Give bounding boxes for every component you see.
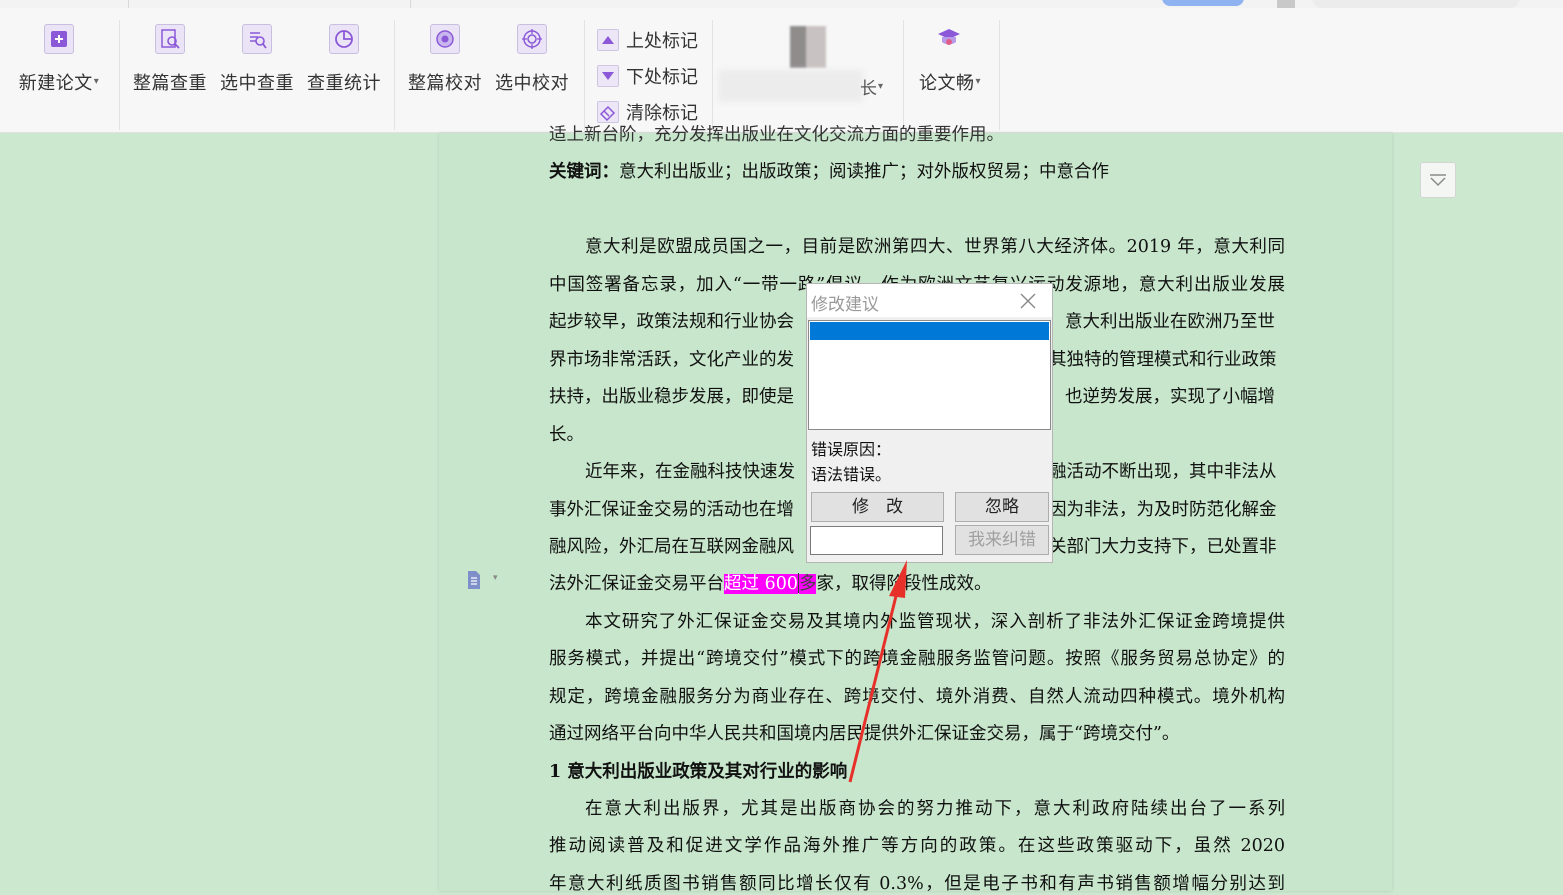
- error-line: 法外汇保证金交易平台超过 600多家，取得阶段性成效。: [549, 570, 1285, 595]
- paper-ribbon: 新建论文▾ 整篇查重 选中查重 查重统计 整篇校对 选中校对 上处标记 下处标记…: [0, 8, 1563, 133]
- text-line: 关部门大力支持下，已处置非: [1049, 537, 1277, 557]
- next-mark-label: 下处标记: [626, 67, 698, 88]
- funnel-icon: [1430, 174, 1446, 187]
- section-heading: 1 意大利出版业政策及其对行业的影响: [549, 762, 848, 782]
- text-line: 规定，跨境金融服务分为商业存在、跨境交付、境外消费、自然人流动四种模式。境外机构: [549, 687, 1285, 707]
- text-line: 近年来，在金融科技快速发: [585, 462, 795, 482]
- dropdown-caret-icon: ▾: [878, 81, 884, 92]
- arrow-up-icon: [597, 29, 619, 51]
- suggestion-list[interactable]: [808, 320, 1051, 430]
- error-reason-label: 错误原因：: [811, 440, 892, 459]
- suggestion-list-item[interactable]: [810, 322, 1049, 340]
- keywords-text: 意大利出版业；出版政策；阅读推广；对外版权贸易；中意合作: [619, 162, 1109, 182]
- ignore-button[interactable]: 忽略: [955, 492, 1049, 522]
- suggestion-dialog: 修改建议 错误原因： 语法错误。 修 改 忽略 我来纠错: [806, 283, 1053, 563]
- close-icon[interactable]: [1018, 291, 1038, 311]
- text-line: 适上新台阶，充分发挥出版业在文化交流方面的重要作用。: [549, 125, 1004, 145]
- title-strip: [0, 0, 1563, 8]
- full-proofread-button[interactable]: 整篇校对: [407, 24, 483, 104]
- new-paper-label: 新建论文: [18, 73, 93, 94]
- blurred-menu-button[interactable]: 长▾: [860, 74, 883, 99]
- keywords-label: 关键词：: [549, 162, 619, 182]
- full-check-label: 整篇查重: [133, 73, 207, 94]
- full-proofread-label: 整篇校对: [408, 73, 482, 94]
- dialog-title: 修改建议: [811, 295, 879, 315]
- full-check-icon: [155, 24, 185, 54]
- text-line: 因为非法，为及时防范化解金: [1049, 500, 1277, 520]
- group-separator: [903, 20, 904, 130]
- dropdown-caret-icon[interactable]: ▾: [94, 76, 100, 87]
- check-stats-label: 查重统计: [307, 73, 381, 94]
- blurred-label: [718, 70, 863, 102]
- report-error-button[interactable]: 我来纠错: [955, 525, 1049, 555]
- group-separator: [119, 20, 120, 130]
- error-reason-text: 语法错误。: [811, 465, 892, 484]
- text-span: 法外汇保证金交易平台: [549, 574, 724, 594]
- text-line: 年意大利纸质图书销售额同比增长仅有 0.3%，但是电子书和有声书销售额增幅分别达…: [549, 874, 1285, 894]
- highlighted-error-text[interactable]: 超过 600: [724, 574, 798, 594]
- lunwenchang-button[interactable]: 论文畅▾: [914, 24, 986, 104]
- text-line: 推动阅读普及和促进文学作品海外推广等方向的政策。在这些政策驱动下，虽然 2020: [549, 836, 1285, 856]
- selected-check-button[interactable]: 选中查重: [219, 24, 295, 104]
- side-panel-toggle[interactable]: [1420, 162, 1456, 198]
- new-paper-button[interactable]: 新建论文▾: [14, 24, 104, 104]
- prev-mark-button[interactable]: 上处标记: [597, 26, 698, 54]
- text-line: 其独特的管理模式和行业政策: [1049, 350, 1277, 370]
- pie-chart-icon: [329, 24, 359, 54]
- selected-proofread-button[interactable]: 选中校对: [494, 24, 570, 104]
- keywords-line: 关键词：意大利出版业；出版政策；阅读推广；对外版权贸易；中意合作: [549, 158, 1285, 183]
- group-separator: [584, 20, 585, 130]
- text-line: 服务模式，并提出“跨境交付”模式下的跨境金融服务监管问题。按照《服务贸易总协定》…: [549, 649, 1285, 669]
- group-separator: [394, 20, 395, 130]
- tab-divider: [410, 0, 411, 8]
- window-control[interactable]: [1277, 0, 1295, 8]
- next-mark-button[interactable]: 下处标记: [597, 62, 698, 90]
- graduate-cap-icon: [935, 24, 965, 54]
- text-line: 在意大利出版界，尤其是出版商协会的努力推动下，意大利政府陆续出台了一系列: [585, 799, 1285, 819]
- blurred-tail-label: 长: [860, 79, 877, 99]
- tab-divider: [128, 0, 129, 8]
- dropdown-caret-icon[interactable]: ▾: [493, 573, 498, 583]
- text-span: 家，取得阶段性成效。: [816, 574, 992, 594]
- modify-button[interactable]: 修 改: [811, 492, 944, 522]
- group-separator: [712, 20, 713, 130]
- text-line: 本文研究了外汇保证金交易及其境内外监管现状，深入剖析了非法外汇保证金跨境提供: [585, 612, 1285, 632]
- lunwenchang-label: 论文畅: [918, 73, 975, 94]
- group-separator: [999, 20, 1000, 130]
- text-line: 融活动不断出现，其中非法从: [1049, 462, 1277, 482]
- prev-mark-label: 上处标记: [626, 31, 698, 52]
- target-icon: [517, 24, 547, 54]
- full-proofread-icon: [430, 24, 460, 54]
- correction-input[interactable]: [810, 526, 943, 555]
- search-box[interactable]: [1312, 0, 1520, 8]
- paragraph-menu-icon[interactable]: [466, 570, 482, 590]
- selected-proofread-label: 选中校对: [495, 73, 569, 94]
- arrow-down-icon: [597, 65, 619, 87]
- dropdown-caret-icon[interactable]: ▾: [975, 76, 981, 87]
- eraser-icon: [597, 101, 619, 123]
- text-line: 通过网络平台向中华人民共和国境内居民提供外汇保证金交易，属于“跨境交付”。: [549, 724, 1180, 744]
- highlighted-error-text[interactable]: 多: [798, 574, 817, 594]
- text-line: 也逆势发展，实现了小幅增: [1065, 387, 1275, 407]
- account-button[interactable]: [1162, 0, 1244, 6]
- full-check-button[interactable]: 整篇查重: [132, 24, 208, 104]
- text-line: 意大利出版业在欧洲乃至世: [1065, 312, 1275, 332]
- selected-check-label: 选中查重: [220, 73, 294, 94]
- blurred-avatar: [790, 26, 826, 68]
- check-stats-button[interactable]: 查重统计: [306, 24, 382, 104]
- text-line: 意大利是欧盟成员国之一，目前是欧洲第四大、世界第八大经济体。2019 年，意大利…: [585, 237, 1285, 257]
- dialog-title-bar[interactable]: 修改建议: [807, 284, 1052, 317]
- selected-check-icon: [242, 24, 272, 54]
- new-paper-icon: [44, 24, 74, 54]
